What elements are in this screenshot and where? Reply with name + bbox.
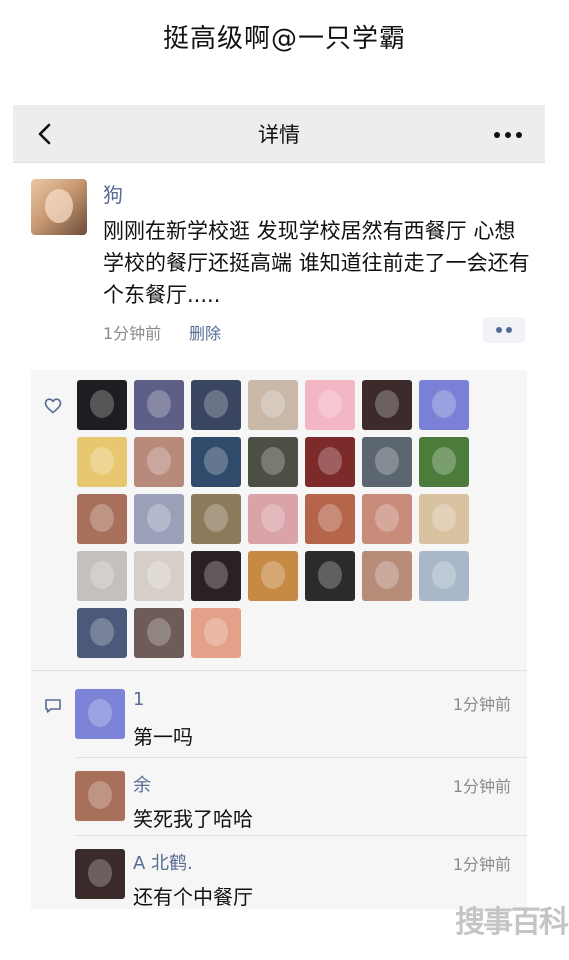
commenter-name[interactable]: 余 bbox=[133, 771, 151, 797]
liker-avatar[interactable] bbox=[248, 437, 298, 487]
dot-icon bbox=[506, 327, 512, 333]
liker-avatar[interactable] bbox=[191, 437, 241, 487]
liker-avatar[interactable] bbox=[248, 380, 298, 430]
liker-avatar[interactable] bbox=[134, 551, 184, 601]
liker-avatar[interactable] bbox=[248, 494, 298, 544]
liker-avatar[interactable] bbox=[419, 437, 469, 487]
watermark-logo: 搜事百科 bbox=[455, 905, 569, 940]
comment-text: 第一吗 bbox=[133, 725, 193, 749]
liker-avatar[interactable] bbox=[305, 494, 355, 544]
comment-divider bbox=[75, 835, 527, 836]
image-caption: 挺高级啊@一只学霸 bbox=[162, 24, 406, 54]
commenter-name[interactable]: 1 bbox=[133, 689, 144, 710]
liker-avatar[interactable] bbox=[362, 437, 412, 487]
liker-avatar[interactable] bbox=[362, 380, 412, 430]
liker-avatar[interactable] bbox=[77, 608, 127, 658]
moments-detail-screen: 详情 狗 刚刚在新学校逛 发现学校居然有西餐厅 心想学校的餐厅还挺高端 谁知道往… bbox=[13, 105, 545, 910]
liker-avatar[interactable] bbox=[191, 608, 241, 658]
post-text: 刚刚在新学校逛 发现学校居然有西餐厅 心想学校的餐厅还挺高端 谁知道往前走了一会… bbox=[103, 219, 530, 307]
liker-avatar[interactable] bbox=[134, 494, 184, 544]
liker-avatar[interactable] bbox=[134, 608, 184, 658]
liker-avatar[interactable] bbox=[134, 380, 184, 430]
comment-item[interactable]: 余 1分钟前 笑死我了哈哈 bbox=[75, 759, 527, 837]
commenter-avatar[interactable] bbox=[75, 771, 125, 821]
comment-time: 1分钟前 bbox=[452, 695, 511, 714]
liker-avatar[interactable] bbox=[305, 437, 355, 487]
liker-avatar[interactable] bbox=[419, 380, 469, 430]
delete-link[interactable]: 删除 bbox=[189, 320, 221, 344]
liker-avatar[interactable] bbox=[248, 551, 298, 601]
comment-text: 笑死我了哈哈 bbox=[133, 807, 253, 831]
dot-icon bbox=[496, 327, 502, 333]
liker-avatar[interactable] bbox=[77, 494, 127, 544]
liker-avatar[interactable] bbox=[77, 551, 127, 601]
liker-avatar[interactable] bbox=[77, 380, 127, 430]
liker-avatar[interactable] bbox=[419, 494, 469, 544]
liker-avatar[interactable] bbox=[191, 551, 241, 601]
liker-avatar[interactable] bbox=[134, 437, 184, 487]
commenter-avatar[interactable] bbox=[75, 689, 125, 739]
liker-avatar[interactable] bbox=[362, 494, 412, 544]
comment-item[interactable]: 1 1分钟前 第一吗 bbox=[75, 677, 527, 755]
comment-divider bbox=[75, 757, 527, 758]
liker-avatar[interactable] bbox=[305, 380, 355, 430]
liker-avatar[interactable] bbox=[419, 551, 469, 601]
comments-section: 1 1分钟前 第一吗 余 1分钟前 笑死我了哈哈 A 北鹤. 1分钟前 还有个中… bbox=[31, 671, 527, 909]
comment-text: 还有个中餐厅 bbox=[133, 885, 253, 909]
liker-avatar-grid bbox=[77, 380, 517, 658]
heart-icon bbox=[44, 398, 62, 414]
nav-bar: 详情 bbox=[13, 105, 545, 163]
post-author-avatar[interactable] bbox=[31, 179, 87, 235]
post-author-name[interactable]: 狗 bbox=[103, 179, 123, 208]
comment-time: 1分钟前 bbox=[452, 777, 511, 796]
liker-avatar[interactable] bbox=[191, 380, 241, 430]
liker-avatar[interactable] bbox=[305, 551, 355, 601]
liker-avatar[interactable] bbox=[362, 551, 412, 601]
commenter-name[interactable]: A 北鹤. bbox=[133, 849, 193, 875]
likes-section bbox=[31, 370, 527, 670]
commenter-avatar[interactable] bbox=[75, 849, 125, 899]
comment-time: 1分钟前 bbox=[452, 855, 511, 874]
liker-avatar[interactable] bbox=[77, 437, 127, 487]
comment-icon bbox=[45, 699, 61, 713]
post-timestamp: 1分钟前 bbox=[103, 324, 162, 343]
liker-avatar[interactable] bbox=[191, 494, 241, 544]
more-options-icon[interactable] bbox=[491, 119, 525, 149]
page-title: 详情 bbox=[258, 123, 300, 147]
like-comment-button[interactable] bbox=[483, 317, 525, 343]
